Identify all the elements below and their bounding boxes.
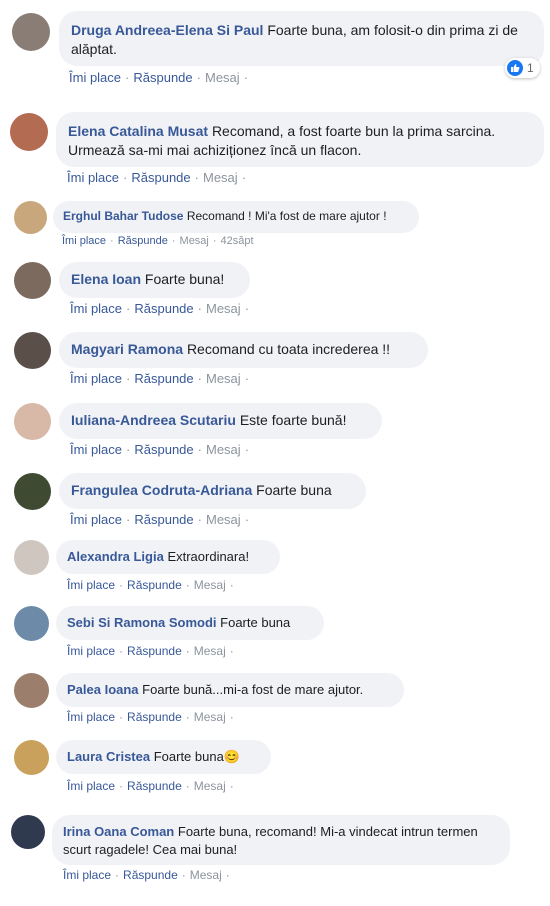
comment-actions: Îmi place · Răspunde · Mesaj · xyxy=(67,779,234,793)
avatar[interactable] xyxy=(14,606,49,641)
avatar[interactable] xyxy=(14,262,51,299)
comment-author[interactable]: Irina Oana Coman xyxy=(63,824,174,839)
avatar[interactable] xyxy=(14,740,49,775)
message-button[interactable]: Mesaj xyxy=(194,578,226,592)
like-button[interactable]: Îmi place xyxy=(70,371,122,386)
reply-button[interactable]: Răspunde xyxy=(134,371,193,386)
comment-text: Foarte bună...mi-a fost de mare ajutor. xyxy=(142,682,364,697)
comment-text: Este foarte bună! xyxy=(239,412,347,428)
comment-bubble: Elena Catalina Musat Recomand, a fost fo… xyxy=(56,112,544,167)
comment-actions: Îmi place · Răspunde · Mesaj · xyxy=(67,578,234,592)
comment-actions: Îmi place · Răspunde · Mesaj · xyxy=(63,868,230,882)
comment-text: Recomand cu toata increderea !! xyxy=(186,341,391,357)
avatar[interactable] xyxy=(14,332,51,369)
comment-author[interactable]: Iuliana-Andreea Scutariu xyxy=(71,412,236,428)
reply-button[interactable]: Răspunde xyxy=(127,578,182,592)
comment-author[interactable]: Magyari Ramona xyxy=(71,341,183,357)
comment-bubble: Alexandra Ligia Extraordinara! xyxy=(56,540,280,574)
comment-bubble: Palea Ioana Foarte bună...mi-a fost de m… xyxy=(56,673,404,707)
avatar[interactable] xyxy=(14,673,49,708)
comment-text: Extraordinara! xyxy=(167,549,250,564)
reply-button[interactable]: Răspunde xyxy=(134,512,193,527)
reply-button[interactable]: Răspunde xyxy=(127,644,182,658)
avatar[interactable] xyxy=(12,13,50,51)
comment-actions: Îmi place · Răspunde · Mesaj · xyxy=(69,70,249,85)
like-button[interactable]: Îmi place xyxy=(67,779,115,793)
comment-actions: Îmi place · Răspunde · Mesaj · xyxy=(70,301,250,316)
comment-author[interactable]: Druga Andreea-Elena Si Paul xyxy=(71,22,263,38)
thumbs-up-icon xyxy=(507,60,523,76)
like-button[interactable]: Îmi place xyxy=(70,301,122,316)
reply-button[interactable]: Răspunde xyxy=(131,170,190,185)
message-button[interactable]: Mesaj xyxy=(206,371,241,386)
avatar[interactable] xyxy=(10,113,48,151)
reply-button[interactable]: Răspunde xyxy=(134,442,193,457)
comment-author[interactable]: Elena Catalina Musat xyxy=(68,123,208,139)
reply-button[interactable]: Răspunde xyxy=(127,710,182,724)
message-button[interactable]: Mesaj xyxy=(190,868,222,882)
comment-author[interactable]: Elena Ioan xyxy=(71,271,141,287)
message-button[interactable]: Mesaj xyxy=(194,644,226,658)
avatar[interactable] xyxy=(14,473,51,510)
message-button[interactable]: Mesaj xyxy=(180,235,209,247)
comment-author[interactable]: Palea Ioana xyxy=(67,682,139,697)
reply-button[interactable]: Răspunde xyxy=(133,70,192,85)
comment-bubble: Frangulea Codruta-Adriana Foarte buna xyxy=(59,473,366,509)
comment-author[interactable]: Alexandra Ligia xyxy=(67,549,164,564)
like-button[interactable]: Îmi place xyxy=(69,70,121,85)
like-button[interactable]: Îmi place xyxy=(70,512,122,527)
avatar[interactable] xyxy=(14,540,49,575)
comment-text: Recomand ! Mi'a fost de mare ajutor ! xyxy=(186,209,387,223)
comment-bubble: Iuliana-Andreea Scutariu Este foarte bun… xyxy=(59,403,382,439)
comment-text: Foarte buna😊 xyxy=(153,749,241,764)
comment-bubble: Druga Andreea-Elena Si Paul Foarte buna,… xyxy=(59,11,544,66)
message-button[interactable]: Mesaj xyxy=(206,301,241,316)
message-button[interactable]: Mesaj xyxy=(206,442,241,457)
comment-author[interactable]: Frangulea Codruta-Adriana xyxy=(71,482,252,498)
comment-bubble: Elena Ioan Foarte buna! xyxy=(59,262,250,298)
comment-author[interactable]: Laura Cristea xyxy=(67,749,150,764)
comment-author[interactable]: Erghul Bahar Tudose xyxy=(63,209,183,223)
message-button[interactable]: Mesaj xyxy=(194,710,226,724)
reply-button[interactable]: Răspunde xyxy=(134,301,193,316)
like-button[interactable]: Îmi place xyxy=(63,868,111,882)
comment-bubble: Laura Cristea Foarte buna😊 xyxy=(56,740,271,774)
comment-actions: Îmi place · Răspunde · Mesaj · 42săpt xyxy=(62,235,254,247)
avatar[interactable] xyxy=(11,815,45,849)
reaction-count: 1 xyxy=(527,61,534,75)
like-button[interactable]: Îmi place xyxy=(62,235,106,247)
comment-text: Foarte buna! xyxy=(144,271,225,287)
message-button[interactable]: Mesaj xyxy=(194,779,226,793)
comment-text: Foarte buna xyxy=(220,615,291,630)
like-button[interactable]: Îmi place xyxy=(67,578,115,592)
comment-actions: Îmi place · Răspunde · Mesaj · xyxy=(70,512,250,527)
like-button[interactable]: Îmi place xyxy=(67,644,115,658)
message-button[interactable]: Mesaj xyxy=(203,170,238,185)
avatar[interactable] xyxy=(14,201,47,234)
comment-timestamp[interactable]: 42săpt xyxy=(221,235,254,247)
message-button[interactable]: Mesaj xyxy=(205,70,240,85)
comment-bubble: Erghul Bahar Tudose Recomand ! Mi'a fost… xyxy=(53,201,419,233)
comment-text: Foarte buna xyxy=(256,482,332,498)
comment-author[interactable]: Sebi Si Ramona Somodi xyxy=(67,615,217,630)
comment-actions: Îmi place · Răspunde · Mesaj · xyxy=(67,170,247,185)
avatar[interactable] xyxy=(14,403,51,440)
comment-actions: Îmi place · Răspunde · Mesaj · xyxy=(70,442,250,457)
like-button[interactable]: Îmi place xyxy=(70,442,122,457)
comment-actions: Îmi place · Răspunde · Mesaj · xyxy=(70,371,250,386)
comment-bubble: Sebi Si Ramona Somodi Foarte buna xyxy=(56,606,324,640)
reply-button[interactable]: Răspunde xyxy=(127,779,182,793)
reaction-badge[interactable]: 1 xyxy=(505,58,540,78)
comment-bubble: Irina Oana Coman Foarte buna, recomand! … xyxy=(52,815,510,865)
like-button[interactable]: Îmi place xyxy=(67,170,119,185)
comment-actions: Îmi place · Răspunde · Mesaj · xyxy=(67,644,234,658)
reply-button[interactable]: Răspunde xyxy=(123,868,178,882)
like-button[interactable]: Îmi place xyxy=(67,710,115,724)
message-button[interactable]: Mesaj xyxy=(206,512,241,527)
comment-actions: Îmi place · Răspunde · Mesaj · xyxy=(67,710,234,724)
comment-bubble: Magyari Ramona Recomand cu toata increde… xyxy=(59,332,428,368)
reply-button[interactable]: Răspunde xyxy=(118,235,168,247)
